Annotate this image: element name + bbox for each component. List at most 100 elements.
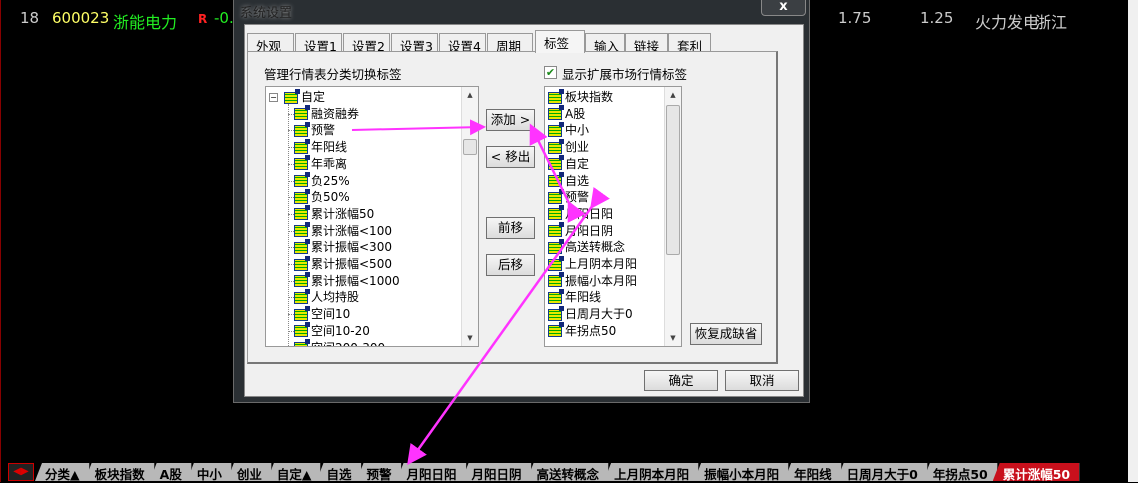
tab-2[interactable]: 设置2 (343, 33, 390, 54)
bottom-tab-15[interactable]: 年拐点50 (922, 463, 998, 481)
bottom-tab-4[interactable]: 创业 (226, 463, 272, 481)
list-item-label: 自定 (565, 156, 590, 171)
list-item[interactable]: 负25% (288, 172, 350, 190)
tab-3[interactable]: 设置3 (391, 33, 438, 54)
collapse-icon[interactable]: − (269, 93, 278, 102)
list-item[interactable]: 月阳日阳 (548, 205, 613, 223)
bottom-tab-5[interactable]: 自定▲ (266, 463, 322, 481)
tab-4[interactable]: 设置4 (439, 33, 486, 54)
restore-default-button[interactable]: 恢复成缺省 (690, 323, 762, 345)
folder-icon (294, 305, 310, 321)
list-item[interactable]: 融资融券 (288, 105, 360, 123)
list-item[interactable]: 月阳日阴 (548, 222, 613, 240)
bottom-tab-11[interactable]: 上月阴本月阳 (604, 463, 700, 481)
bottom-tab-3[interactable]: 中小 (186, 463, 232, 481)
bottom-tab-2[interactable]: A股 (149, 463, 192, 481)
close-button[interactable]: x (761, 0, 806, 16)
scroll-up-icon[interactable]: ▲ (462, 87, 478, 103)
tab-9[interactable]: 套利 (668, 33, 711, 54)
scroll-up-icon[interactable]: ▲ (665, 87, 681, 103)
list-item[interactable]: 自定 (548, 155, 590, 173)
tab-scroll-arrows-icon[interactable]: ◀▶ (8, 463, 34, 481)
list-item[interactable]: 空间200-300 (294, 339, 385, 346)
bottom-tab-6[interactable]: 自选 (316, 463, 362, 481)
tree-root[interactable]: − 自定 (269, 88, 325, 106)
bottom-tab-1[interactable]: 板块指数 (84, 463, 155, 481)
list-item[interactable]: 上月阴本月阳 (548, 255, 637, 273)
list-item[interactable]: 日周月大于0 (548, 305, 633, 323)
bottom-tab-7[interactable]: 预警 (356, 463, 402, 481)
bottom-tab-8[interactable]: 月阳日阳 (396, 463, 467, 481)
list-item[interactable]: 累计涨幅<100 (288, 222, 392, 240)
list-item[interactable]: 年乖离 (288, 155, 347, 173)
bottom-tab-12[interactable]: 振幅小本月阳 (694, 463, 790, 481)
list-item[interactable]: 空间10-20 (288, 322, 370, 340)
list-item[interactable]: 负50% (288, 188, 350, 206)
tab-7[interactable]: 输入 (585, 33, 625, 54)
scroll-thumb[interactable] (463, 139, 477, 155)
list-item[interactable]: 空间10 (288, 305, 351, 323)
list-item[interactable]: 振幅小本月阳 (548, 272, 637, 290)
tab-6[interactable]: 标签 (535, 30, 585, 53)
scroll-down-icon[interactable]: ▼ (665, 330, 681, 346)
list-item-label: 空间10 (311, 307, 351, 322)
folder-icon (548, 88, 564, 104)
list-item[interactable]: 年拐点50 (548, 322, 616, 340)
ok-button[interactable]: 确定 (644, 370, 718, 391)
folder-icon (284, 88, 300, 104)
list-item[interactable]: 累计振幅<300 (288, 238, 392, 256)
bottom-tab-16[interactable]: 累计涨幅50 (992, 463, 1081, 481)
scroll-thumb[interactable] (666, 105, 680, 255)
bottom-tab-9[interactable]: 月阳日阴 (461, 463, 532, 481)
bottom-tab-10[interactable]: 高送转概念 (526, 463, 610, 481)
value-2: 1.25 (920, 9, 954, 27)
move-down-button[interactable]: 后移 (486, 254, 535, 276)
value-1: 1.75 (838, 9, 872, 27)
left-scrollbar[interactable]: ▲ ▼ (461, 87, 478, 346)
remove-button[interactable]: < 移出 (486, 146, 535, 168)
list-item[interactable]: A股 (548, 105, 585, 123)
tree-connector (288, 213, 294, 215)
show-extended-checkbox[interactable]: ✔ (544, 66, 557, 79)
move-up-button[interactable]: 前移 (486, 217, 535, 239)
scroll-down-icon[interactable]: ▼ (462, 330, 478, 346)
list-item[interactable]: 年阳线 (548, 288, 601, 306)
bottom-tab-14[interactable]: 日周月大于0 (836, 463, 928, 481)
list-item-label: 高送转概念 (565, 240, 626, 255)
category-tree[interactable]: − 自定 融资融券 预警 年阳线 年乖离 负25% 负50% 累计涨幅50 累计涨幅<100 累计… (265, 86, 479, 347)
tab-8[interactable]: 链接 (625, 33, 668, 54)
list-item[interactable]: 创业 (548, 138, 589, 156)
folder-icon (294, 272, 310, 288)
list-item[interactable]: 板块指数 (548, 88, 613, 106)
tree-connector (288, 314, 294, 316)
list-item-label: 预警 (565, 190, 590, 205)
list-item-label: 融资融券 (311, 106, 360, 121)
list-item[interactable]: 年阳线 (288, 138, 347, 156)
folder-icon (548, 255, 564, 271)
list-item[interactable]: 自选 (548, 172, 590, 190)
tree-connector (288, 280, 294, 282)
list-item[interactable]: 累计涨幅50 (288, 205, 374, 223)
list-item[interactable]: 累计振幅<1000 (288, 272, 400, 290)
tab-5[interactable]: 周期 (487, 33, 533, 54)
list-item[interactable]: 中小 (548, 121, 589, 139)
add-button[interactable]: 添加 > (486, 109, 535, 131)
list-item[interactable]: 预警 (288, 121, 335, 139)
tab-0[interactable]: 外观 (247, 33, 294, 54)
list-item[interactable]: 人均持股 (288, 288, 359, 306)
tree-connector (288, 330, 294, 332)
list-item[interactable]: 累计振幅<500 (288, 255, 392, 273)
bottom-tab-0[interactable]: 分类▲ (35, 463, 90, 481)
folder-icon (294, 222, 310, 238)
tab-1[interactable]: 设置1 (295, 33, 342, 54)
cancel-button[interactable]: 取消 (725, 370, 799, 391)
selected-tabs-list[interactable]: 板块指数 A股 中小 创业 自定自选预警 月阳日阳 月阳日阴 高送转概念 上月阴本月阳 振幅小本月… (544, 86, 682, 347)
list-item[interactable]: 高送转概念 (548, 238, 626, 256)
folder-icon (294, 155, 310, 171)
list-item-label: 累计涨幅<100 (311, 223, 392, 238)
list-item[interactable]: 预警 (548, 188, 590, 206)
list-item-label: 自选 (565, 173, 590, 188)
bottom-tab-13[interactable]: 年阳线 (784, 463, 842, 481)
tree-connector (288, 264, 294, 265)
right-scrollbar[interactable]: ▲ ▼ (664, 87, 681, 346)
